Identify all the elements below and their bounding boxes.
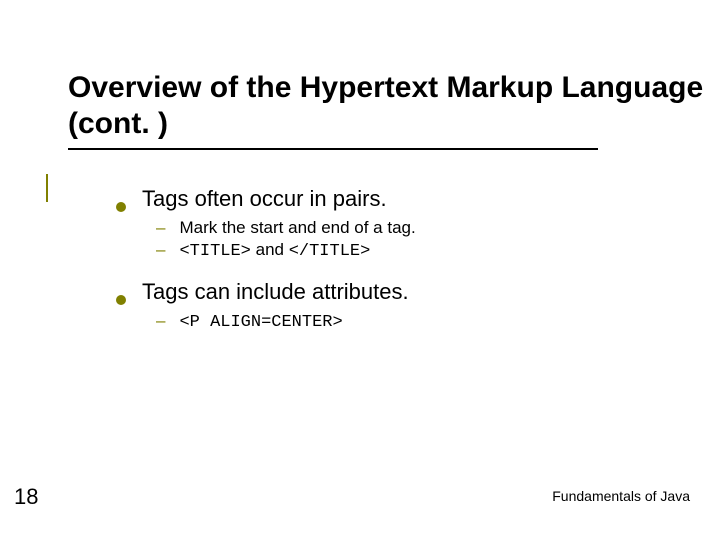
title-underline [68, 148, 598, 150]
sub-bullet-text: Mark the start and end of a tag. [179, 218, 415, 238]
bullet-icon [116, 202, 126, 212]
footer-text: Fundamentals of Java [552, 488, 690, 504]
dash-icon: – [156, 240, 165, 260]
page-number: 18 [14, 484, 38, 510]
sub-list: – <P ALIGN=CENTER> [116, 311, 680, 332]
slide-title-area: Overview of the Hypertext Markup Languag… [0, 0, 720, 158]
slide-content: Tags often occur in pairs. – Mark the st… [0, 158, 720, 332]
dash-icon: – [156, 218, 165, 238]
sub-list: – Mark the start and end of a tag. – <TI… [116, 218, 680, 261]
bullet-item: Tags can include attributes. [116, 279, 680, 305]
bullet-text: Tags often occur in pairs. [142, 186, 387, 212]
code-text: <TITLE> [179, 242, 250, 261]
title-accent-tick [46, 174, 48, 202]
sub-bullet-item: – <TITLE> and </TITLE> [156, 240, 680, 261]
bullet-text: Tags can include attributes. [142, 279, 409, 305]
sub-bullet-text: <TITLE> and </TITLE> [179, 240, 370, 261]
dash-icon: – [156, 311, 165, 331]
code-text: </TITLE> [289, 242, 371, 261]
sub-bullet-item: – <P ALIGN=CENTER> [156, 311, 680, 332]
text-fragment: and [251, 240, 289, 259]
code-text: <P ALIGN=CENTER> [179, 313, 342, 332]
bullet-item: Tags often occur in pairs. [116, 186, 680, 212]
sub-bullet-item: – Mark the start and end of a tag. [156, 218, 680, 238]
slide-title: Overview of the Hypertext Markup Languag… [68, 70, 720, 142]
bullet-icon [116, 295, 126, 305]
